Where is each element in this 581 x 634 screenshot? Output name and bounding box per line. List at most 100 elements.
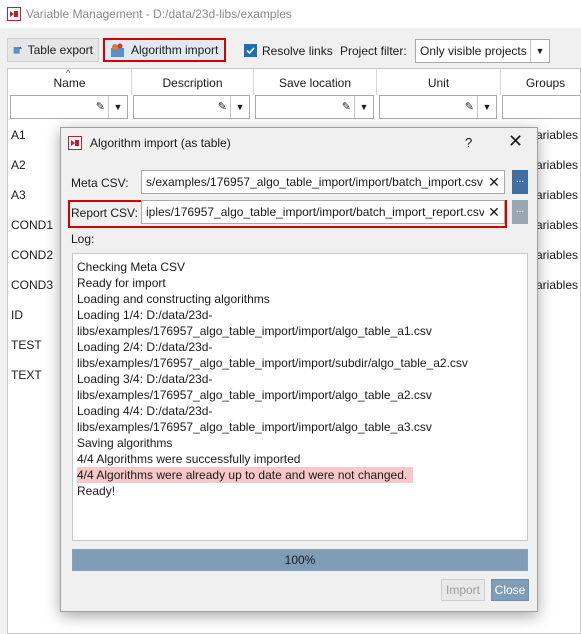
filter-name-input[interactable]: ✎ ▼ [10, 95, 128, 119]
column-header-unit[interactable]: Unit [377, 69, 501, 95]
log-line: Loading 2/4: D:/data/23d- [77, 340, 213, 354]
sort-ascending-icon: ^ [66, 68, 71, 78]
log-line: Ready! [77, 484, 116, 498]
table-row-name[interactable]: A1 [11, 128, 26, 142]
algorithm-import-dialog: Algorithm import (as table) ? ✕ Meta CSV… [60, 127, 538, 612]
table-row-groups[interactable]: ariables [536, 218, 578, 232]
log-line: Checking Meta CSV [77, 260, 186, 274]
log-lines: Checking Meta CSV Ready for import Loading… [77, 259, 468, 499]
import-button[interactable]: Import [441, 579, 485, 601]
filter-groups-input[interactable] [502, 95, 580, 119]
table-row-groups[interactable]: ariables [536, 158, 578, 172]
filter-save-location-input[interactable]: ✎ ▼ [255, 95, 374, 119]
chevron-down-icon[interactable]: ▼ [530, 40, 549, 62]
table-export-icon [13, 46, 23, 54]
filter-unit-input[interactable]: ✎ ▼ [379, 95, 497, 119]
log-line-row: Ready! [77, 483, 468, 499]
log-line: 4/4 Algorithms were successfully importe… [77, 452, 301, 466]
window-title: Variable Management - D:/data/23d-libs/e… [26, 7, 292, 21]
column-header-save-location[interactable]: Save location [254, 69, 377, 95]
clear-icon[interactable]: ✕ [484, 201, 504, 223]
log-line-row: Saving algorithms [77, 435, 468, 451]
log-line-row: libs/examples/176957_algo_table_import/i… [77, 387, 468, 403]
progress-text: 100% [284, 553, 316, 567]
table-row-groups[interactable]: ariables [536, 128, 578, 142]
close-button[interactable]: Close [491, 579, 529, 601]
log-line-row: 4/4 Algorithms were successfully importe… [77, 451, 468, 467]
table-row-name[interactable]: TEXT [11, 368, 42, 382]
log-line: libs/examples/176957_algo_table_import/i… [77, 388, 432, 402]
resolve-links-checkbox[interactable] [244, 44, 257, 57]
log-line: Loading 3/4: D:/data/23d- [77, 372, 213, 386]
chevron-down-icon[interactable]: ▼ [230, 96, 249, 118]
log-line-row: libs/examples/176957_algo_table_import/i… [77, 419, 468, 435]
log-line: libs/examples/176957_algo_table_import/i… [77, 356, 468, 370]
dialog-title: Algorithm import (as table) [90, 136, 231, 150]
column-header-name[interactable]: ^ Name [8, 69, 132, 95]
report-csv-browse-button[interactable]: ... [512, 200, 528, 224]
report-csv-label: Report CSV: [71, 206, 138, 220]
log-textarea[interactable]: Checking Meta CSV Ready for import Loading… [72, 253, 528, 541]
log-line: libs/examples/176957_algo_table_import/i… [77, 420, 432, 434]
project-filter-select[interactable]: Only visible projects ▼ [415, 39, 550, 63]
log-line-row: Loading 4/4: D:/data/23d- [77, 403, 468, 419]
meta-csv-value: s/examples/176957_algo_table_import/impo… [146, 175, 483, 189]
chevron-down-icon[interactable]: ▼ [354, 96, 373, 118]
pencil-icon[interactable]: ✎ [342, 100, 351, 113]
log-line-row: Loading 3/4: D:/data/23d- [77, 371, 468, 387]
log-line: Loading 4/4: D:/data/23d- [77, 404, 213, 418]
pencil-icon[interactable]: ✎ [218, 100, 227, 113]
resolve-links-label[interactable]: Resolve links [262, 44, 333, 58]
log-line-row: Loading and constructing algorithms [77, 291, 468, 307]
log-line-row: Ready for import [77, 275, 468, 291]
pencil-icon[interactable]: ✎ [96, 100, 105, 113]
meta-csv-label: Meta CSV: [71, 176, 129, 190]
log-line-row: libs/examples/176957_algo_table_import/i… [77, 323, 468, 339]
table-row-name[interactable]: COND1 [11, 218, 53, 232]
log-line: Loading and constructing algorithms [77, 292, 270, 306]
help-icon[interactable]: ? [465, 135, 472, 150]
meta-csv-input[interactable]: s/examples/176957_algo_table_import/impo… [141, 170, 505, 194]
table-row-name[interactable]: COND3 [11, 278, 53, 292]
table-row-groups[interactable]: ariables [536, 188, 578, 202]
log-line-row: libs/examples/176957_algo_table_import/i… [77, 355, 468, 371]
project-filter-label: Project filter: [340, 44, 407, 58]
table-export-label: Table export [27, 43, 93, 57]
table-row-name[interactable]: A3 [11, 188, 26, 202]
clear-icon[interactable]: ✕ [484, 171, 504, 193]
title-bar: Variable Management - D:/data/23d-libs/e… [0, 0, 581, 28]
column-header-description[interactable]: Description [132, 69, 254, 95]
table-row-name[interactable]: TEST [11, 338, 42, 352]
log-line-row: Checking Meta CSV [77, 259, 468, 275]
meta-csv-browse-button[interactable]: ... [512, 170, 528, 194]
chevron-down-icon[interactable]: ▼ [108, 96, 127, 118]
log-line: Ready for import [77, 276, 166, 290]
report-csv-value: iples/176957_algo_table_import/import/ba… [146, 205, 485, 219]
log-line: Loading 1/4: D:/data/23d- [77, 308, 213, 322]
log-line-row: Loading 2/4: D:/data/23d- [77, 339, 468, 355]
log-line-row: Loading 1/4: D:/data/23d- [77, 307, 468, 323]
project-filter-value: Only visible projects [420, 44, 527, 58]
algorithm-import-button[interactable]: Algorithm import [103, 38, 226, 62]
table-row-groups[interactable]: ariables [536, 248, 578, 262]
algorithm-import-icon [111, 43, 124, 57]
app-logo-icon [7, 7, 21, 21]
close-icon[interactable]: ✕ [508, 131, 523, 151]
table-row-name[interactable]: COND2 [11, 248, 53, 262]
log-label: Log: [71, 232, 95, 246]
table-export-button[interactable]: Table export [7, 38, 99, 62]
table-row-name[interactable]: A2 [11, 158, 26, 172]
filter-description-input[interactable]: ✎ ▼ [133, 95, 250, 119]
table-row-name[interactable]: ID [11, 308, 23, 322]
report-csv-input[interactable]: iples/176957_algo_table_import/import/ba… [141, 200, 505, 224]
log-line: Saving algorithms [77, 436, 173, 450]
chevron-down-icon[interactable]: ▼ [477, 96, 496, 118]
app-logo-icon [68, 136, 82, 150]
pencil-icon[interactable]: ✎ [465, 100, 474, 113]
progress-bar: 100% [72, 549, 528, 571]
log-line-row: 4/4 Algorithms were already up to date a… [77, 467, 468, 483]
checkmark-icon [246, 47, 255, 55]
algorithm-import-label: Algorithm import [131, 43, 219, 57]
column-header-groups[interactable]: Groups [501, 69, 580, 95]
table-row-groups[interactable]: ariables [536, 278, 578, 292]
